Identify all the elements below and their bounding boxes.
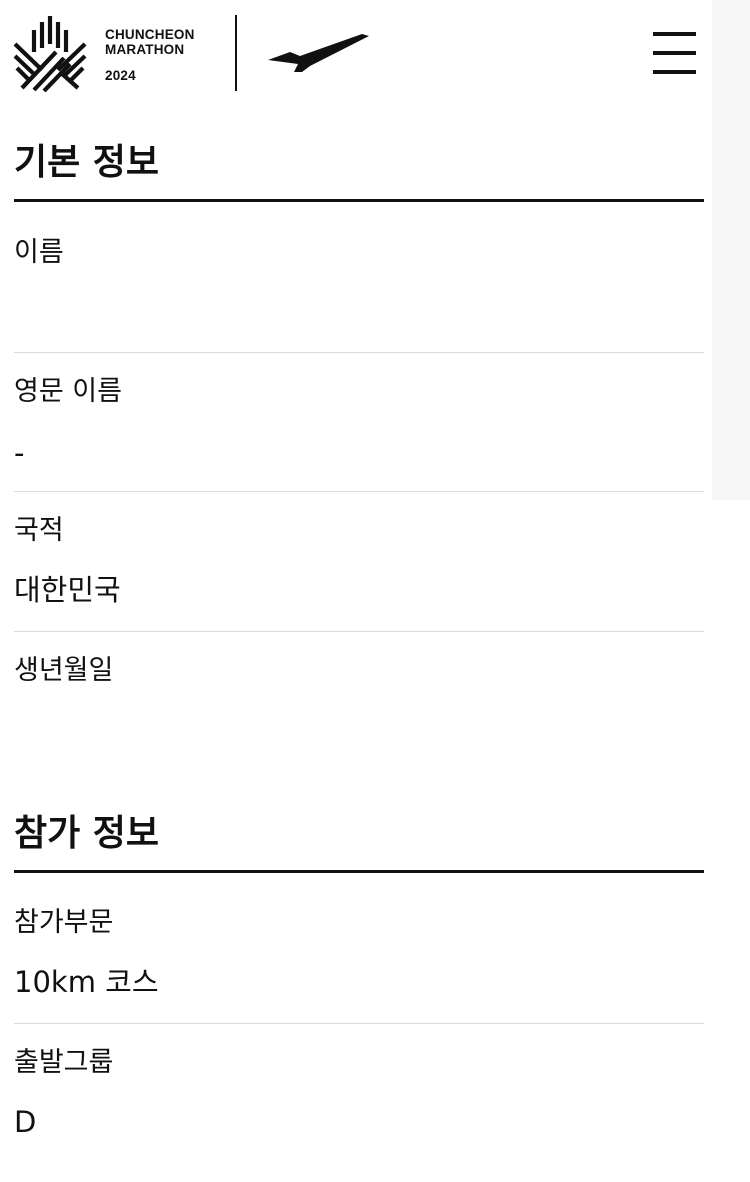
airplane-logo-icon <box>268 34 369 72</box>
section-title-rule <box>14 870 704 873</box>
field-nationality: 국적 대한민국 <box>14 514 704 626</box>
field-value-race-category: 10km 코스 <box>14 965 159 999</box>
participation-info-section-header: 참가 정보 <box>14 812 704 873</box>
section-title-participation-info: 참가 정보 <box>14 813 160 854</box>
field-start-group: 출발그룹 D <box>14 1046 704 1158</box>
section-title-basic-info: 기본 정보 <box>14 142 160 183</box>
field-english-name: 영문 이름 - <box>14 375 704 487</box>
maple-leaf-logo-icon <box>13 16 87 92</box>
field-divider <box>14 352 704 353</box>
header-divider <box>235 15 237 91</box>
field-divider <box>14 631 704 632</box>
brand-line-1: CHUNCHEON <box>105 27 195 42</box>
field-divider <box>14 491 704 492</box>
hamburger-menu-icon-bar-bottom <box>653 70 696 74</box>
hamburger-menu-icon-bar-middle <box>653 51 696 55</box>
field-divider <box>14 1023 704 1024</box>
field-label-english-name: 영문 이름 <box>14 376 122 407</box>
site-header: CHUNCHEON MARATHON 2024 <box>0 0 750 110</box>
field-label-name: 이름 <box>14 237 64 268</box>
field-race-category: 참가부문 10km 코스 <box>14 906 704 1018</box>
field-label-nationality: 국적 <box>14 515 64 546</box>
field-label-birthdate: 생년월일 <box>14 655 114 686</box>
field-value-english-name: - <box>14 436 25 470</box>
hamburger-menu-icon-bar-top <box>653 32 696 36</box>
field-name: 이름 <box>14 236 704 348</box>
field-label-race-category: 참가부문 <box>14 907 114 938</box>
basic-info-section-header: 기본 정보 <box>14 141 704 202</box>
section-title-rule <box>14 199 704 202</box>
field-birthdate: 생년월일 <box>14 654 704 766</box>
field-value-start-group: D <box>14 1105 37 1139</box>
brand-wordmark: CHUNCHEON MARATHON 2024 <box>105 27 195 83</box>
hamburger-menu-button[interactable] <box>650 30 698 78</box>
field-value-nationality: 대한민국 <box>14 573 121 607</box>
field-label-start-group: 출발그룹 <box>14 1047 114 1078</box>
brand-year: 2024 <box>105 68 136 83</box>
brand-line-2: MARATHON <box>105 42 185 57</box>
